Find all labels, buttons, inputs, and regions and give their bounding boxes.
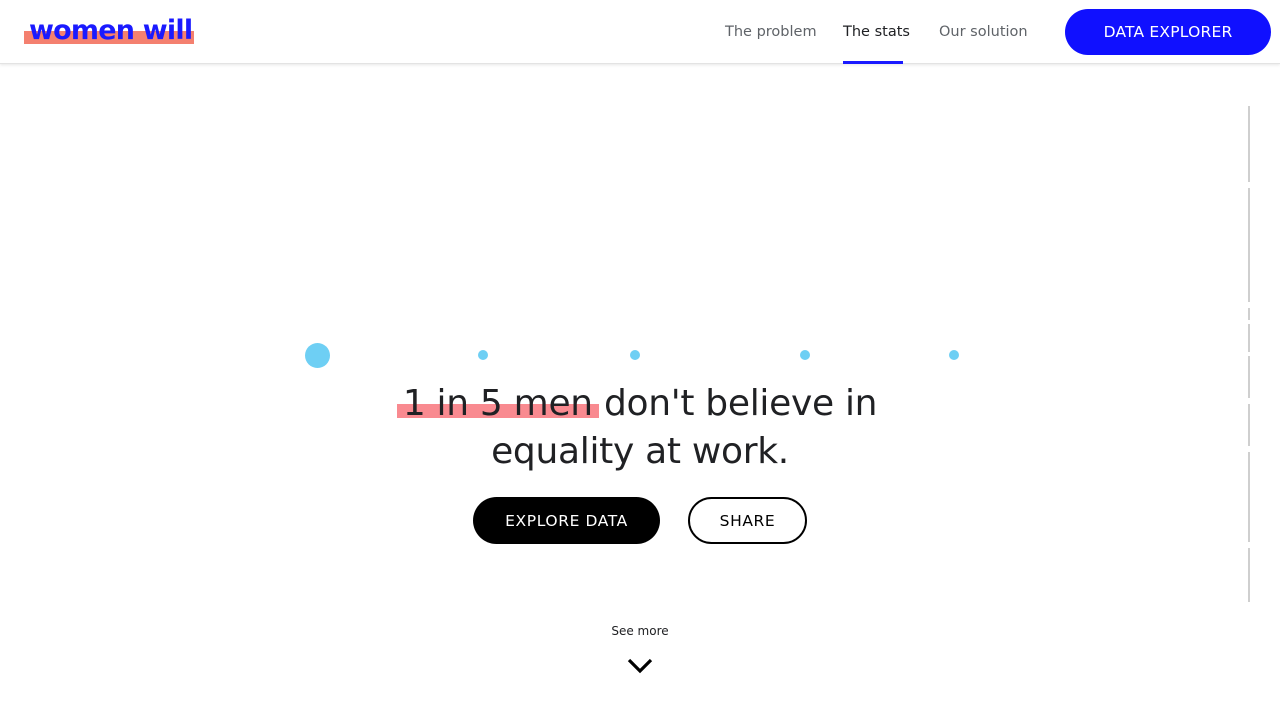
share-button[interactable]: SHARE xyxy=(688,497,807,544)
rail-segment[interactable] xyxy=(1248,324,1250,352)
step-dot[interactable] xyxy=(949,350,959,360)
rail-segment[interactable] xyxy=(1248,404,1250,446)
rail-segment[interactable] xyxy=(1248,548,1250,602)
headline-text-line-2: equality at work. xyxy=(491,431,789,472)
scroll-progress-rail xyxy=(1246,106,1252,602)
headline-highlight: 1 in 5 men xyxy=(396,380,599,428)
headline-text-line-1: don't believe in xyxy=(592,383,878,424)
step-dot[interactable] xyxy=(800,350,810,360)
site-header: women will The problem The stats Our sol… xyxy=(0,0,1280,64)
rail-segment[interactable] xyxy=(1248,452,1250,542)
rail-segment[interactable] xyxy=(1248,308,1250,320)
chevron-down-icon[interactable] xyxy=(626,654,654,676)
logo[interactable]: women will xyxy=(24,14,199,48)
step-dot[interactable] xyxy=(478,350,488,360)
rail-segment[interactable] xyxy=(1248,106,1250,182)
logo-text: women will xyxy=(29,15,193,46)
nav-link-our-solution[interactable]: Our solution xyxy=(939,21,1028,43)
rail-segment[interactable] xyxy=(1248,188,1250,302)
nav-link-the-problem[interactable]: The problem xyxy=(725,21,817,43)
step-dot[interactable] xyxy=(630,350,640,360)
step-dot-active[interactable] xyxy=(305,343,330,368)
nav-link-the-stats[interactable]: The stats xyxy=(843,21,910,43)
rail-segment[interactable] xyxy=(1248,356,1250,398)
data-explorer-button[interactable]: DATA EXPLORER xyxy=(1065,9,1271,55)
explore-data-button[interactable]: EXPLORE DATA xyxy=(473,497,660,544)
see-more-link[interactable]: See more xyxy=(540,622,740,640)
hero-headline: 1 in 5 men don't believe in equality at … xyxy=(300,380,980,476)
active-nav-indicator xyxy=(843,61,903,64)
